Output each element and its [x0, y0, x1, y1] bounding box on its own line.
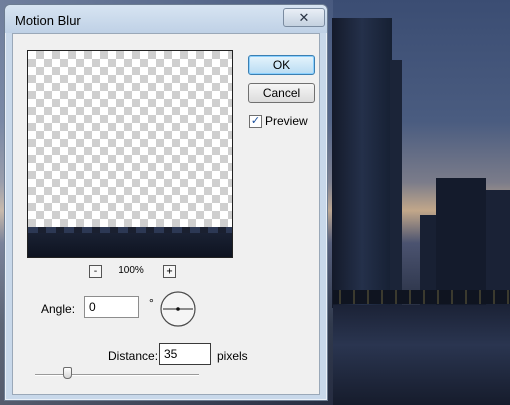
- water: [333, 305, 510, 405]
- angle-dial-icon[interactable]: [159, 290, 197, 328]
- building: [436, 178, 486, 308]
- preview-label: Preview: [265, 114, 308, 128]
- check-icon[interactable]: ✓: [249, 114, 262, 128]
- preview-image-strip: [28, 227, 232, 257]
- shoreline: [333, 290, 510, 304]
- dialog-title: Motion Blur: [15, 13, 81, 28]
- zoom-level: 100%: [118, 265, 144, 276]
- pixels-unit-label: pixels: [217, 349, 248, 363]
- angle-input[interactable]: 0: [84, 296, 139, 318]
- close-button[interactable]: ✕: [283, 8, 325, 27]
- degree-symbol: °: [149, 296, 154, 310]
- cancel-button[interactable]: Cancel: [248, 83, 315, 103]
- building: [390, 60, 402, 310]
- close-icon: ✕: [298, 9, 310, 25]
- distance-slider-track[interactable]: [35, 374, 199, 376]
- zoom-out-button[interactable]: -: [89, 265, 102, 278]
- zoom-in-button[interactable]: +: [163, 265, 176, 278]
- angle-label: Angle:: [41, 302, 76, 316]
- skyscraper: [332, 18, 392, 308]
- motion-blur-dialog: Motion Blur ✕ - 100% + OK Cancel ✓ Previ…: [4, 4, 328, 401]
- distance-slider-thumb[interactable]: [63, 367, 72, 379]
- title-bar[interactable]: Motion Blur ✕: [5, 5, 327, 33]
- dialog-body: - 100% + OK Cancel ✓ Preview Angle: 0 ° …: [12, 33, 320, 395]
- distance-input[interactable]: 35: [159, 343, 211, 365]
- preview-checkbox[interactable]: ✓ Preview: [249, 114, 308, 128]
- filter-preview[interactable]: [27, 50, 233, 258]
- distance-label: Distance:: [108, 349, 159, 363]
- ok-button[interactable]: OK: [248, 55, 315, 75]
